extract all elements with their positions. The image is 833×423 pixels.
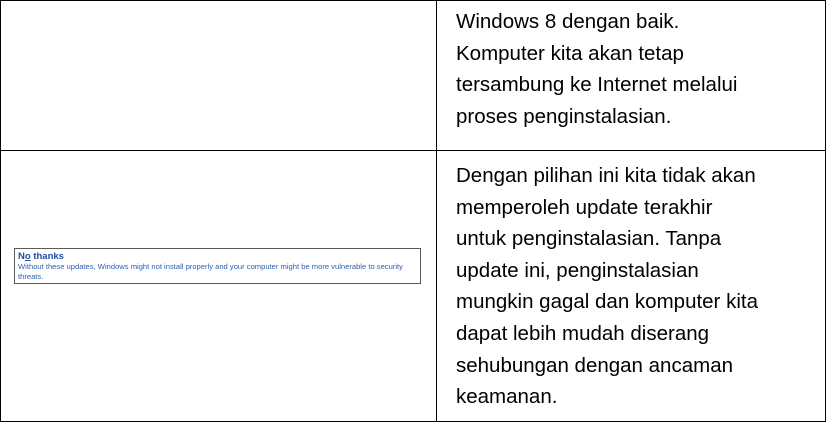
description-text: Dengan pilihan ini kita tidak akan mempe…: [456, 164, 758, 409]
no-thanks-option-screenshot: No thanks Without these updates, Windows…: [14, 248, 421, 284]
table-cell-description: Windows 8 dengan baik. Komputer kita aka…: [436, 0, 826, 151]
table-cell-image-empty: [0, 0, 437, 151]
option-title-prefix: N: [18, 251, 25, 262]
description-text: Windows 8 dengan baik. Komputer kita aka…: [456, 10, 738, 128]
table-row: No thanks Without these updates, Windows…: [0, 150, 826, 422]
no-thanks-option-description: Without these updates, Windows might not…: [18, 262, 403, 281]
table-row: Windows 8 dengan baik. Komputer kita aka…: [0, 0, 826, 151]
table-cell-image: No thanks Without these updates, Windows…: [0, 150, 437, 422]
no-thanks-option-title: No thanks: [18, 251, 417, 262]
option-title-rest: thanks: [30, 251, 64, 262]
table-cell-description: Dengan pilihan ini kita tidak akan mempe…: [436, 150, 826, 422]
document-table: Windows 8 dengan baik. Komputer kita aka…: [0, 0, 826, 422]
